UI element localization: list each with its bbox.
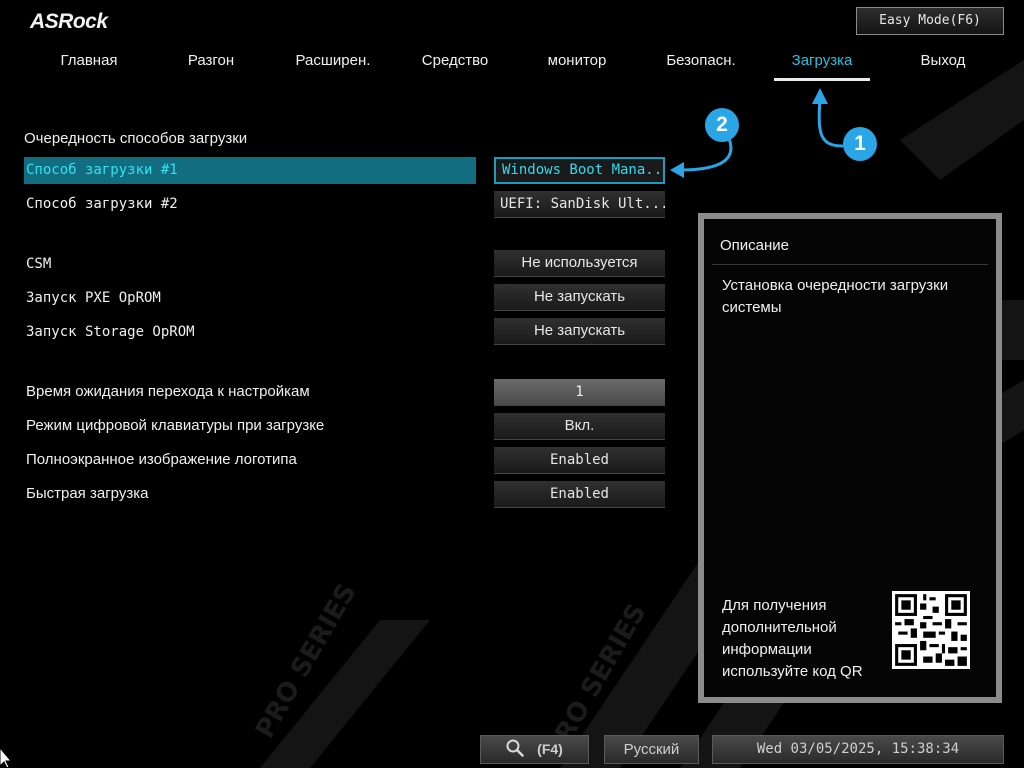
fast-boot-value[interactable]: Enabled [494, 481, 665, 508]
tab-boot[interactable]: Загрузка [774, 50, 870, 81]
storage-oprom-value[interactable]: Не запускать [494, 318, 665, 345]
qr-code-icon [892, 591, 970, 669]
arrow-head-up-icon [812, 88, 828, 104]
search-icon [506, 739, 533, 758]
bootup-numlock-label[interactable]: Режим цифровой клавиатуры при загрузке [26, 413, 324, 439]
arrow-head-left-icon [670, 162, 684, 178]
tab-exit[interactable]: Выход [910, 50, 976, 78]
full-screen-logo-value[interactable]: Enabled [494, 447, 665, 474]
tab-main[interactable]: Главная [50, 50, 128, 78]
qr-info-text: Для получения дополнительной информации … [722, 597, 863, 680]
fast-boot-label[interactable]: Быстрая загрузка [26, 481, 148, 507]
tab-security[interactable]: Безопасн. [658, 50, 744, 78]
main-tabs: Главная Разгон Расширен. Средство монито… [0, 50, 1024, 81]
datetime-display: Wed 03/05/2025, 15:38:34 [712, 735, 1004, 764]
storage-oprom-label[interactable]: Запуск Storage OpROM [26, 319, 195, 345]
arrow-to-boot-tab [817, 96, 844, 148]
annotation-badge-1: 1 [843, 127, 877, 161]
bootup-numlock-value[interactable]: Вкл. [494, 413, 665, 440]
description-panel: Описание Установка очередности загрузки … [698, 213, 1002, 703]
tab-tool[interactable]: Средство [414, 50, 496, 78]
annotation-badge-2: 2 [705, 108, 739, 142]
pxe-oprom-label[interactable]: Запуск PXE OpROM [26, 285, 161, 311]
boot-option-2-value[interactable]: UEFI: SanDisk Ult... [494, 191, 665, 218]
csm-label[interactable]: CSM [26, 251, 51, 277]
setup-prompt-timeout-label[interactable]: Время ожидания перехода к настройкам [26, 379, 310, 405]
boot-option-1-label[interactable]: Способ загрузки #1 [26, 157, 178, 183]
search-shortcut-label: (F4) [537, 741, 563, 757]
language-button[interactable]: Русский [604, 735, 699, 764]
easy-mode-button[interactable]: Easy Mode(F6) [856, 7, 1004, 35]
tab-overclock[interactable]: Разгон [180, 50, 242, 78]
search-button[interactable]: (F4) [480, 735, 589, 764]
description-divider [712, 264, 988, 265]
description-text: Установка очередности загрузки системы [722, 277, 949, 316]
description-title: Описание [720, 237, 790, 254]
pxe-oprom-value[interactable]: Не запускать [494, 284, 665, 311]
full-screen-logo-label[interactable]: Полноэкранное изображение логотипа [26, 447, 297, 473]
boot-option-1-value[interactable]: Windows Boot Mana... [494, 157, 665, 184]
asrock-logo: ASRock [30, 10, 108, 33]
boot-priority-heading: Очередность способов загрузки [24, 130, 248, 147]
csm-value[interactable]: Не используется [494, 250, 665, 277]
tab-advanced[interactable]: Расширен. [288, 50, 378, 78]
mouse-cursor-icon [0, 748, 12, 768]
setup-prompt-timeout-value[interactable]: 1 [494, 379, 665, 406]
watermark-text: PRO SERIES [250, 579, 362, 744]
boot-option-2-label[interactable]: Способ загрузки #2 [26, 191, 178, 217]
tab-monitor[interactable]: монитор [540, 50, 614, 78]
